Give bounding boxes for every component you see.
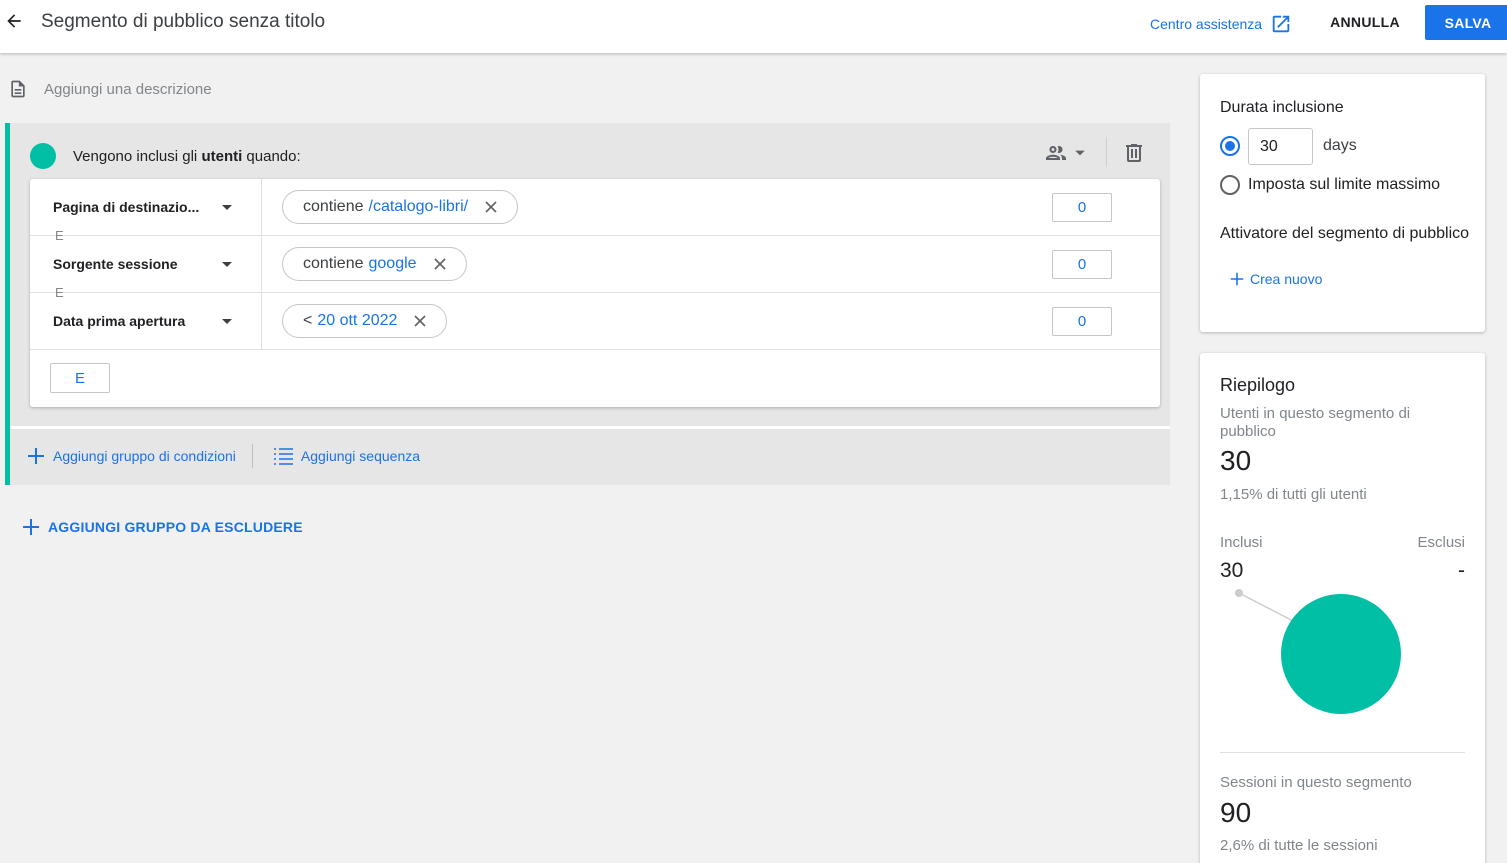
trigger-title: Attivatore del segmento di pubblico (1220, 225, 1470, 242)
add-exclude-group-button[interactable]: AGGIUNGI GRUPPO DA ESCLUDERE (22, 518, 303, 536)
days-input[interactable] (1248, 128, 1313, 165)
pie-leader-line (1238, 592, 1296, 623)
chip-value: google (368, 255, 417, 272)
summary-divider (1220, 752, 1465, 753)
days-radio[interactable] (1220, 136, 1240, 156)
users-percentage: 1,15% di tutti gli utenti (1220, 486, 1367, 503)
header-scope: utenti (201, 147, 243, 165)
page-title: Segmento di pubblico senza titolo (41, 11, 326, 32)
dimension-dropdown[interactable]: Data prima apertura (30, 293, 262, 349)
pie-slice-included (1281, 594, 1401, 714)
condition-row: Data prima apertura < 20 ott 2022 0 (30, 293, 1160, 350)
close-icon (433, 258, 446, 270)
description-placeholder: Aggiungi una descrizione (44, 80, 212, 98)
add-exclude-group-label: AGGIUNGI GRUPPO DA ESCLUDERE (48, 519, 303, 535)
top-bar: Segmento di pubblico senza titolo Centro… (0, 0, 1507, 53)
group-actions: Aggiungi gruppo di condizioni Aggiungi s… (27, 444, 420, 468)
dimension-label: Data prima apertura (53, 313, 186, 329)
list-icon (273, 448, 293, 465)
remove-chip-button[interactable] (414, 315, 426, 327)
users-label: Utenti in questo segmento di pubblico (1220, 405, 1411, 440)
cancel-button[interactable]: ANNULLA (1320, 6, 1410, 38)
include-condition-group: Vengono inclusi gli utenti quando: Pagin… (5, 123, 1170, 485)
caret-down-icon (222, 205, 232, 210)
condition-chip[interactable]: < 20 ott 2022 (282, 304, 448, 338)
close-icon (485, 201, 497, 213)
summary-panel: Riepilogo Utenti in questo segmento di p… (1200, 353, 1485, 863)
condition-count[interactable]: 0 (1052, 193, 1112, 222)
actions-divider (251, 444, 253, 468)
dimension-dropdown[interactable]: Pagina di destinazio... (30, 179, 262, 235)
duration-panel: Durata inclusione days Imposta sul limit… (1200, 74, 1485, 332)
create-new-trigger-button[interactable]: Crea nuovo (1230, 271, 1322, 287)
add-sequence-button[interactable]: Aggiungi sequenza (273, 447, 420, 465)
segment-color-dot (30, 143, 56, 169)
chip-operator: contiene (303, 255, 364, 272)
people-icon (1046, 146, 1066, 160)
chip-value: 20 ott 2022 (317, 312, 398, 329)
back-arrow-icon (7, 14, 21, 28)
chip-value: /catalogo-libri/ (368, 198, 469, 215)
inclusion-pie-chart (1235, 589, 1401, 714)
group-header: Vengono inclusi gli utenti quando: (30, 143, 301, 169)
caret-down-icon (1075, 150, 1085, 156)
plus-icon (1230, 272, 1244, 286)
scope-dropdown[interactable] (1044, 141, 1086, 165)
add-sequence-label: Aggiungi sequenza (300, 448, 421, 464)
days-unit-label: days (1323, 137, 1357, 154)
condition-count[interactable]: 0 (1052, 307, 1112, 336)
sessions-label: Sessioni in questo segmento (1220, 774, 1412, 791)
remove-chip-button[interactable] (485, 201, 497, 213)
condition-row: Sorgente sessione contiene google 0 (30, 236, 1160, 293)
condition-chip[interactable]: contiene google (282, 247, 467, 281)
users-value: 30 (1220, 445, 1252, 476)
plus-icon (28, 448, 44, 464)
header-divider (1106, 137, 1107, 167)
chip-operator: < (303, 312, 313, 329)
close-icon (414, 315, 426, 327)
group-header-text: Vengono inclusi gli utenti quando: (73, 148, 301, 165)
back-button[interactable] (2, 9, 26, 33)
conditions-card: Pagina di destinazio... contiene /catalo… (30, 179, 1160, 407)
plus-icon (23, 519, 39, 535)
external-link-icon (1272, 15, 1290, 33)
condition-count[interactable]: 0 (1052, 250, 1112, 279)
excluded-label: Esclusi (1417, 534, 1465, 551)
delete-group-button[interactable] (1122, 141, 1146, 170)
max-limit-label: Imposta sul limite massimo (1248, 176, 1441, 193)
condition-chip[interactable]: contiene /catalogo-libri/ (282, 190, 519, 224)
group-divider (10, 426, 1170, 429)
add-and-condition-button[interactable]: E (50, 363, 110, 393)
pie-leader-dot (1235, 589, 1243, 597)
max-limit-radio[interactable] (1220, 175, 1240, 195)
add-condition-group-label: Aggiungi gruppo di condizioni (53, 448, 236, 464)
sessions-value: 90 (1220, 797, 1252, 828)
dimension-label: Pagina di destinazio... (53, 199, 200, 215)
create-new-label: Crea nuovo (1250, 271, 1323, 287)
duration-title: Durata inclusione (1220, 99, 1344, 116)
header-suffix: quando: (242, 147, 301, 165)
add-condition-group-button[interactable]: Aggiungi gruppo di condizioni (27, 447, 236, 465)
document-icon (11, 80, 25, 98)
help-center-link[interactable]: Centro assistenza (1150, 13, 1292, 35)
chip-operator: contiene (303, 198, 364, 215)
help-center-label: Centro assistenza (1150, 16, 1263, 32)
description-row[interactable]: Aggiungi una descrizione (8, 78, 212, 100)
caret-down-icon (222, 319, 232, 324)
condition-row: Pagina di destinazio... contiene /catalo… (30, 179, 1160, 236)
trash-icon (1126, 144, 1142, 162)
caret-down-icon (222, 262, 232, 267)
summary-title: Riepilogo (1220, 375, 1296, 395)
dimension-dropdown[interactable]: Sorgente sessione (30, 236, 262, 292)
save-button[interactable]: SALVA (1425, 5, 1507, 40)
sessions-percentage: 2,6% di tutte le sessioni (1220, 837, 1378, 854)
remove-chip-button[interactable] (433, 258, 446, 270)
dimension-label: Sorgente sessione (53, 256, 178, 272)
header-prefix: Vengono inclusi gli (73, 147, 202, 165)
